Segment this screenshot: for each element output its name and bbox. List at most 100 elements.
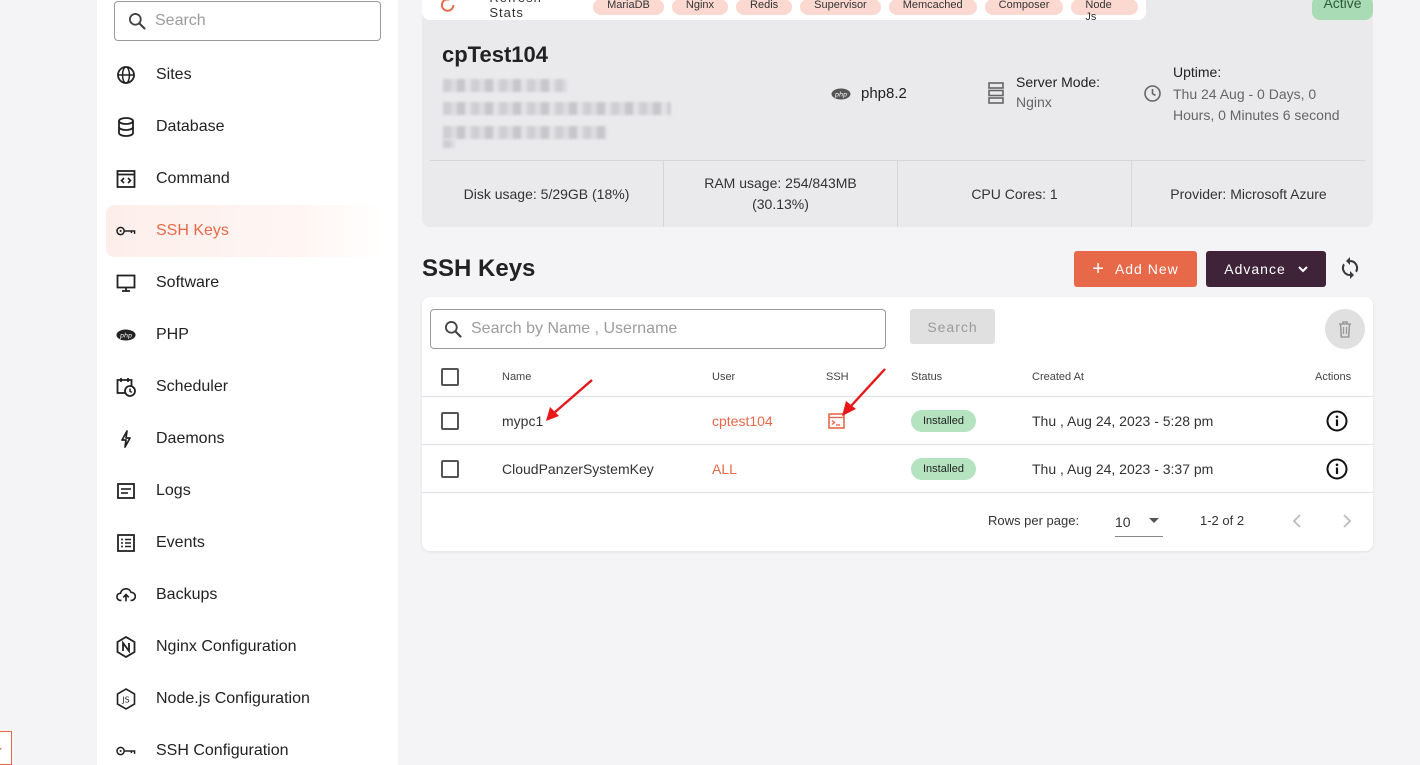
sidebar-item-sites[interactable]: Sites (106, 49, 384, 101)
key-user-link[interactable]: ALL (712, 461, 737, 477)
select-all-checkbox[interactable] (441, 367, 459, 386)
sidebar-item-software[interactable]: Software (106, 257, 384, 309)
database-icon (116, 117, 136, 137)
server-rack-icon (988, 82, 1004, 104)
table-search-input[interactable]: Search by Name , Username (430, 309, 886, 349)
table-search-placeholder: Search by Name , Username (471, 320, 678, 337)
status-badge: Installed (911, 457, 976, 480)
column-created-at[interactable]: Created At (1032, 357, 1084, 396)
sidebar-item-nginx-configuration[interactable]: Nginx Configuration (106, 621, 384, 673)
rows-per-page-value: 10 (1115, 514, 1131, 530)
stat-ram: RAM usage: 254/843MB (30.13%) (663, 161, 897, 227)
sidebar-item-label: Backups (156, 586, 218, 603)
row-info-button[interactable] (1326, 445, 1348, 492)
sidebar-item-label: PHP (156, 326, 189, 343)
column-user[interactable]: User (712, 357, 735, 396)
cloud-upload-icon (116, 585, 136, 605)
php-icon: php (116, 325, 136, 345)
column-actions: Actions (1315, 370, 1352, 383)
redacted-hostname (443, 102, 671, 115)
refresh-stats-button[interactable]: Refresh Stats (489, 0, 577, 20)
table-row: CloudPanzerSystemKey ALL Installed Thu ,… (422, 445, 1373, 493)
sidebar-nav: Sites Database Command SSH Keys Software… (106, 49, 384, 765)
stat-label: Provider: (1170, 185, 1227, 202)
events-list-icon (116, 533, 136, 553)
sidebar-item-logs[interactable]: Logs (106, 465, 384, 517)
key-name: mypc1 (502, 412, 544, 429)
add-new-button[interactable]: + Add New (1074, 251, 1197, 287)
rows-per-page-select[interactable]: 10 (1115, 511, 1163, 537)
service-tag: Nginx (671, 0, 729, 15)
sidebar-item-events[interactable]: Events (106, 517, 384, 569)
sidebar-item-daemons[interactable]: Daemons (106, 413, 384, 465)
column-status[interactable]: Status (911, 357, 942, 396)
php-icon: php (831, 88, 851, 99)
table-pagination: Rows per page: 10 1-2 of 2 (422, 494, 1373, 550)
chevron-right-icon[interactable] (1342, 514, 1352, 528)
sidebar-item-label: Events (156, 534, 205, 551)
nginx-icon (116, 636, 136, 658)
service-tag: MariaDB (593, 0, 664, 15)
service-tag: Supervisor (800, 0, 881, 15)
uptime-label: Uptime: (1173, 64, 1222, 80)
advance-dropdown-button[interactable]: Advance (1206, 251, 1326, 287)
sidebar-search-input[interactable]: Search (114, 1, 381, 41)
stat-label: Disk usage: (463, 185, 537, 202)
delete-selected-button[interactable] (1325, 309, 1365, 349)
service-tag: Memcached (888, 0, 977, 15)
row-checkbox[interactable] (441, 411, 459, 430)
sidebar-item-backups[interactable]: Backups (106, 569, 384, 621)
sidebar-item-database[interactable]: Database (106, 101, 384, 153)
redacted-os (443, 126, 607, 139)
row-checkbox[interactable] (441, 459, 459, 478)
table-search-button[interactable]: Search (910, 309, 995, 344)
created-at: Thu , Aug 24, 2023 - 3:37 pm (1032, 460, 1214, 477)
key-icon (116, 741, 136, 761)
stat-label: CPU Cores: (971, 185, 1046, 202)
service-tag: Redis (736, 0, 793, 15)
monitor-icon (116, 273, 136, 293)
refresh-icon[interactable] (440, 0, 455, 13)
sidebar-item-ssh-configuration[interactable]: SSH Configuration (106, 725, 384, 765)
stat-label: RAM usage: (704, 175, 782, 191)
sidebar-item-label: Daemons (156, 430, 225, 447)
server-stats-row: Disk usage: 5/29GB (18%) RAM usage: 254/… (430, 160, 1365, 227)
sidebar-item-php[interactable]: php PHP (106, 309, 384, 361)
sidebar-item-label: SSH Keys (156, 222, 229, 239)
stat-disk: Disk usage: 5/29GB (18%) (430, 161, 663, 227)
pagination-range: 1-2 of 2 (1200, 513, 1245, 528)
column-name[interactable]: Name (502, 357, 531, 396)
sidebar: Search Sites Database Command SSH Keys S… (97, 0, 398, 765)
left-edge-tab[interactable]: ▸ (0, 731, 12, 765)
sidebar-item-label: Nginx Configuration (156, 638, 297, 655)
trash-icon (1339, 321, 1351, 338)
sidebar-item-label: Sites (156, 66, 192, 83)
sidebar-item-command[interactable]: Command (106, 153, 384, 205)
sync-icon[interactable] (1338, 256, 1362, 280)
server-status-badge: Active (1312, 0, 1373, 20)
annotation-arrow-icon (546, 379, 593, 421)
server-mode-value: Nginx (1016, 94, 1052, 110)
sidebar-item-label: Node.js Configuration (156, 690, 310, 707)
chevron-left-icon[interactable] (1292, 514, 1302, 528)
sidebar-item-ssh-keys[interactable]: SSH Keys (106, 205, 384, 257)
redacted-ip (443, 79, 567, 92)
search-icon (445, 321, 462, 338)
row-info-button[interactable] (1326, 397, 1348, 444)
stat-cpu: CPU Cores: 1 (897, 161, 1131, 227)
svg-text:php: php (119, 332, 132, 339)
sidebar-item-nodejs-configuration[interactable]: JS Node.js Configuration (106, 673, 384, 725)
code-window-icon (116, 169, 136, 189)
caret-down-icon (1149, 518, 1159, 523)
service-tags-strip: Refresh Stats MariaDB Nginx Redis Superv… (422, 0, 1146, 23)
stat-value: Microsoft Azure (1230, 185, 1327, 202)
status-badge: Installed (911, 409, 976, 432)
sidebar-search-placeholder: Search (155, 12, 206, 29)
key-user-link[interactable]: cptest104 (712, 413, 773, 429)
advance-label: Advance (1224, 261, 1286, 277)
sidebar-item-scheduler[interactable]: Scheduler (106, 361, 384, 413)
add-new-label: Add New (1114, 261, 1179, 277)
server-uptime: Uptime: Thu 24 Aug - 0 Days, 0 Hours, 0 … (1144, 64, 1353, 126)
sidebar-item-label: Database (156, 118, 225, 135)
key-name: CloudPanzerSystemKey (502, 460, 654, 477)
